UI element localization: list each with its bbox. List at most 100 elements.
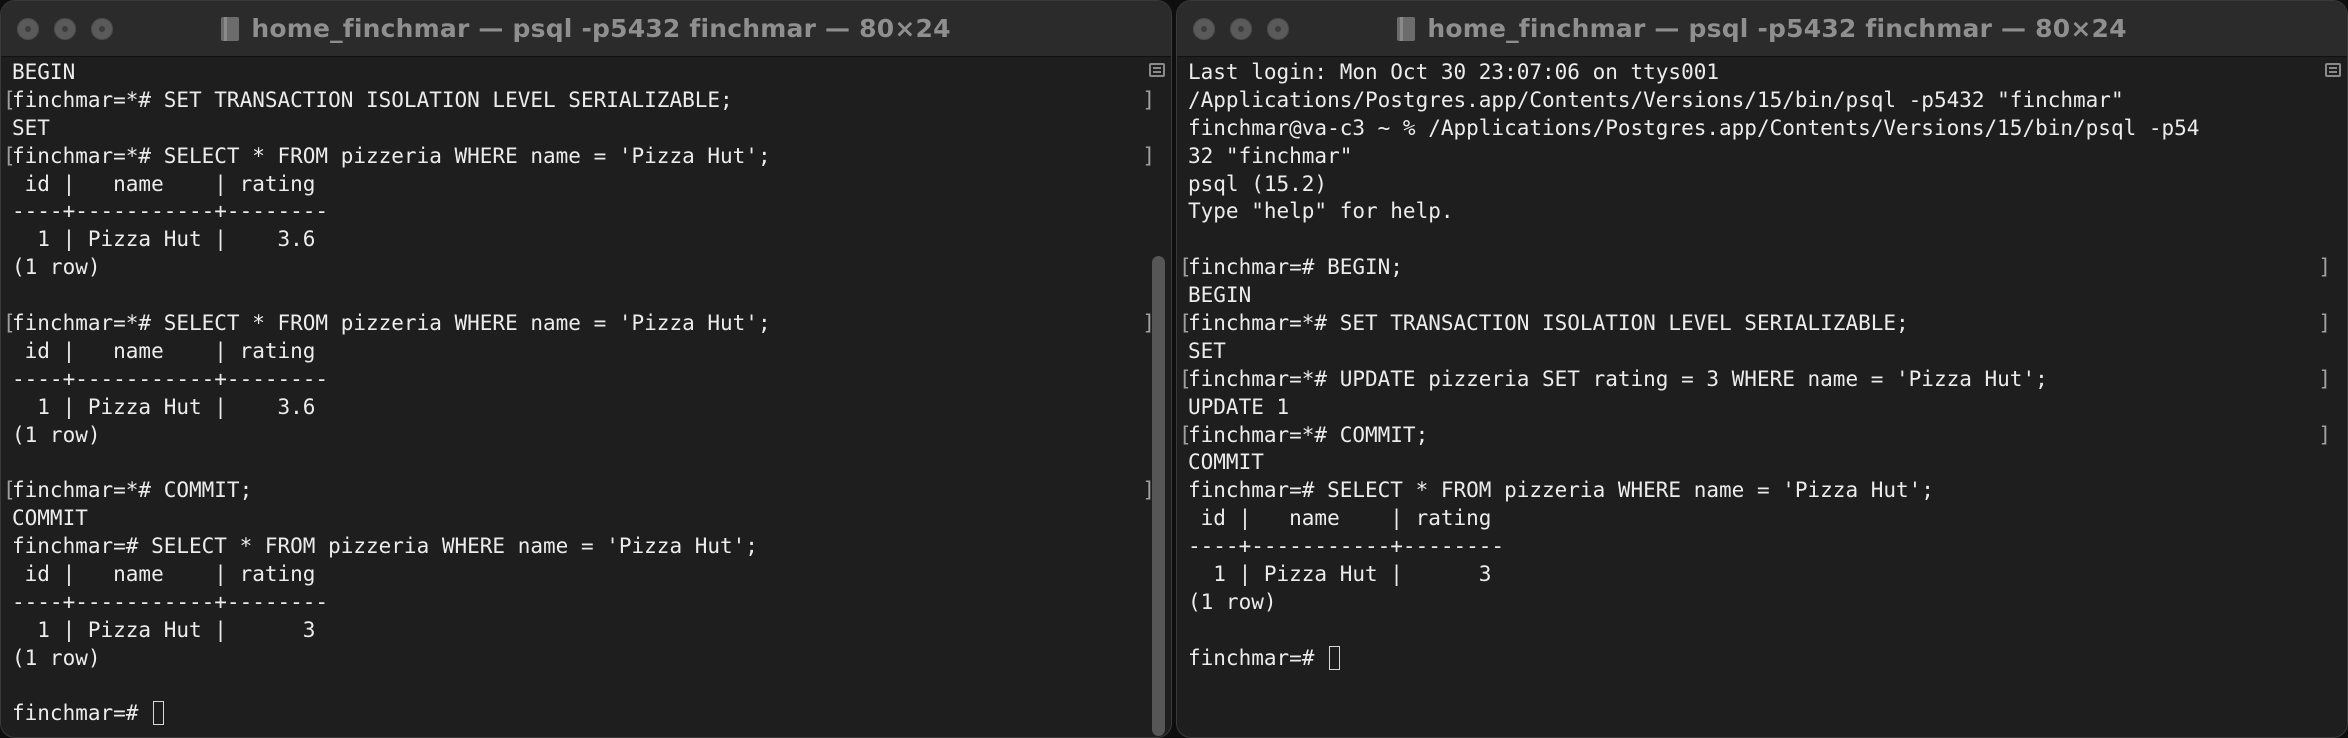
line-text: (1 row) [12,422,101,447]
prompt-line: [finchmar=*# SELECT * FROM pizzeria WHER… [3,310,1155,338]
line-text: finchmar=*# UPDATE pizzeria SET rating =… [1188,366,2048,391]
line-text: (1 row) [12,255,101,280]
line-text: finchmar=*# SET TRANSACTION ISOLATION LE… [12,87,733,112]
output-line: 1 | Pizza Hut | 3 [1188,561,2317,589]
line-text: ----+-----------+-------- [1188,534,1505,559]
output-line: Last login: Mon Oct 30 23:07:06 on ttys0… [1188,59,2317,87]
output-line: UPDATE 1 [1188,394,2317,422]
output-line: ----+-----------+-------- [1188,533,2317,561]
mark-bracket-right-icon: ] [2318,311,2331,336]
line-text: ----+-----------+-------- [12,366,329,391]
mark-bracket-left-icon: [ [3,87,16,112]
line-text: 1 | Pizza Hut | 3 [12,617,316,642]
marks-sidebar-icon[interactable] [1149,63,1165,77]
line-text: finchmar=*# SELECT * FROM pizzeria WHERE… [12,311,771,336]
mark-bracket-left-icon: [ [3,311,16,336]
window-title-wrap: home_finchmar — psql -p5432 finchmar — 8… [1,1,1171,56]
output-line: 1 | Pizza Hut | 3.6 [12,394,1141,422]
active-prompt-line[interactable]: finchmar=# [12,700,1141,728]
output-line: BEGIN [12,59,1141,87]
prompt-text: finchmar=# [12,701,152,726]
line-text: SET [1188,338,1226,363]
mark-bracket-right-icon: ] [1142,87,1155,112]
output-line: finchmar=# SELECT * FROM pizzeria WHERE … [12,533,1141,561]
mark-bracket-left-icon: [ [1179,366,1192,391]
output-line: COMMIT [12,505,1141,533]
line-text: BEGIN [12,60,76,84]
output-line: (1 row) [12,422,1141,450]
output-line: SET [12,115,1141,143]
mark-bracket-left-icon: [ [3,143,16,168]
mark-bracket-left-icon: [ [1179,311,1192,336]
terminal-output[interactable]: BEGIN[finchmar=*# SET TRANSACTION ISOLAT… [3,59,1155,737]
active-prompt-line[interactable]: finchmar=# [1188,645,2317,673]
output-line: 1 | Pizza Hut | 3.6 [12,226,1141,254]
line-text: finchmar=# SELECT * FROM pizzeria WHERE … [1188,478,1934,503]
output-line: COMMIT [1188,449,2317,477]
output-line: (1 row) [1188,589,2317,617]
terminal-output[interactable]: Last login: Mon Oct 30 23:07:06 on ttys0… [1179,59,2331,737]
line-text: finchmar=*# COMMIT; [1188,422,1429,447]
prompt-line: [finchmar=# BEGIN;] [1179,254,2331,282]
line-text: 1 | Pizza Hut | 3 [1188,562,1492,587]
mark-bracket-right-icon: ] [1142,143,1155,168]
line-text: (1 row) [12,645,101,670]
marks-sidebar-icon[interactable] [2325,63,2341,77]
output-line: finchmar@va-c3 ~ % /Applications/Postgre… [1188,115,2317,143]
text-cursor [1329,645,1341,670]
output-line: (1 row) [12,254,1141,282]
line-text: COMMIT [1188,450,1264,475]
output-line: id | name | rating [1188,505,2317,533]
scrollbar[interactable] [1152,256,1165,736]
line-text: SET [12,115,50,140]
output-line: ----+-----------+-------- [12,198,1141,226]
output-line: ----+-----------+-------- [12,366,1141,394]
line-text: id | name | rating [12,338,316,363]
line-text: UPDATE 1 [1188,394,1290,419]
prompt-text: finchmar=# [1188,645,1328,670]
text-cursor [153,701,165,726]
line-text: BEGIN [1188,283,1252,308]
output-line: ----+-----------+-------- [12,589,1141,617]
title-bar[interactable]: home_finchmar — psql -p5432 finchmar — 8… [1,1,1171,57]
line-text: id | name | rating [12,171,316,196]
output-line: BEGIN [1188,282,2317,310]
line-text: finchmar=# BEGIN; [1188,255,1403,280]
line-text: ----+-----------+-------- [12,589,329,614]
output-line: SET [1188,338,2317,366]
mark-bracket-left-icon: [ [1179,255,1192,280]
line-text: 1 | Pizza Hut | 3.6 [12,227,316,252]
title-bar[interactable]: home_finchmar — psql -p5432 finchmar — 8… [1177,1,2347,57]
line-text: Last login: Mon Oct 30 23:07:06 on ttys0… [1188,60,1720,84]
output-line: psql (15.2) [1188,171,2317,199]
prompt-line: [finchmar=*# SET TRANSACTION ISOLATION L… [1179,310,2331,338]
mark-bracket-right-icon: ] [2318,255,2331,280]
output-line: Type "help" for help. [1188,198,2317,226]
output-line: finchmar=# SELECT * FROM pizzeria WHERE … [1188,477,2317,505]
prompt-line: [finchmar=*# COMMIT;] [1179,422,2331,450]
line-text: /Applications/Postgres.app/Contents/Vers… [1188,87,2124,112]
line-text: finchmar=*# COMMIT; [12,478,253,503]
output-line: id | name | rating [12,561,1141,589]
line-text: id | name | rating [12,562,316,587]
output-line: id | name | rating [12,171,1141,199]
window-title: home_finchmar — psql -p5432 finchmar — 8… [1427,14,2127,43]
line-text: 32 "finchmar" [1188,143,1353,168]
prompt-line: [finchmar=*# COMMIT;] [3,477,1155,505]
terminal-window-right[interactable]: home_finchmar — psql -p5432 finchmar — 8… [1176,0,2348,738]
line-text: ----+-----------+-------- [12,199,329,224]
line-text: 1 | Pizza Hut | 3.6 [12,394,316,419]
prompt-line: [finchmar=*# UPDATE pizzeria SET rating … [1179,366,2331,394]
terminal-window-left[interactable]: home_finchmar — psql -p5432 finchmar — 8… [0,0,1172,738]
prompt-line: [finchmar=*# SELECT * FROM pizzeria WHER… [3,143,1155,171]
document-icon [1397,16,1416,41]
line-text: finchmar@va-c3 ~ % /Applications/Postgre… [1188,115,2200,140]
window-title: home_finchmar — psql -p5432 finchmar — 8… [251,14,951,43]
mark-bracket-right-icon: ] [2318,422,2331,447]
output-line: id | name | rating [12,338,1141,366]
line-text: COMMIT [12,506,88,531]
